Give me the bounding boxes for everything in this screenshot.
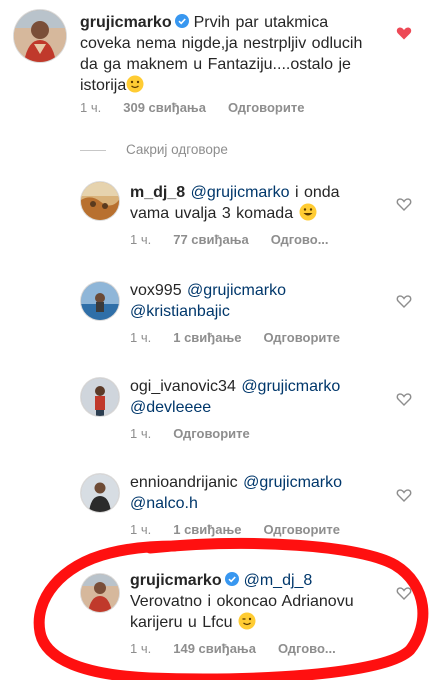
- avatar[interactable]: [81, 182, 119, 220]
- like-heart-icon[interactable]: [396, 391, 412, 407]
- like-heart-icon[interactable]: [396, 487, 412, 503]
- reply-button[interactable]: Одговорите: [263, 522, 340, 537]
- timestamp: 1 ч.: [130, 426, 152, 441]
- reply-button[interactable]: Одгово...: [278, 641, 336, 656]
- comment-meta: 1 ч. Одговорите: [130, 426, 272, 441]
- timestamp: 1 ч.: [130, 232, 152, 247]
- comment-meta: 1 ч. 1 свиђање Одговорите: [130, 522, 362, 537]
- mention-link[interactable]: @grujicmarko: [191, 184, 290, 201]
- avatar-image: [81, 182, 119, 220]
- comment-text-line-1: Prvih par utakmica: [193, 14, 329, 31]
- likes-count[interactable]: 77 свиђања: [173, 232, 248, 247]
- comment-meta: 1 ч. 1 свиђање Одговорите: [130, 330, 362, 345]
- avatar[interactable]: [14, 10, 66, 62]
- mention-link[interactable]: @grujicmarko: [243, 474, 342, 491]
- main-comment: grujicmarko Prvih par utakmica coveka nem…: [0, 0, 438, 140]
- slightly-smiling-face-icon: [126, 75, 144, 93]
- liked-heart-icon[interactable]: [396, 25, 412, 41]
- avatar[interactable]: [81, 474, 119, 512]
- avatar-image: [81, 574, 119, 612]
- avatar[interactable]: [81, 378, 119, 416]
- likes-count[interactable]: 1 свиђање: [173, 522, 241, 537]
- hide-replies-button[interactable]: Сакриј одговоре: [80, 142, 228, 157]
- grinning-face-icon: [299, 203, 317, 221]
- timestamp: 1 ч.: [130, 641, 152, 656]
- comment-text-line-1: Verovatno i okoncao Adrianovu: [130, 593, 354, 610]
- avatar-image: [14, 10, 66, 62]
- likes-count[interactable]: 309 свиђања: [123, 100, 206, 115]
- reply-comment: m_dj_8 @grujicmarko i onda vama uvalja 3…: [0, 178, 438, 258]
- reply-comment: ennioandrijanic @grujicmarko @nalco.h 1 …: [0, 470, 438, 550]
- comment-text-line-3: da ga maknem u Fantaziju....ostalo je: [80, 56, 351, 73]
- verified-badge-icon: [224, 572, 239, 586]
- comment-text-line-2: coveka nema nigde,ja nestrpljiv odlucih: [80, 35, 363, 52]
- mention-link[interactable]: @grujicmarko: [187, 282, 286, 299]
- reply-comment: ogi_ivanovic34 @grujicmarko @devleeee 1 …: [0, 374, 438, 454]
- avatar[interactable]: [81, 574, 119, 612]
- username[interactable]: grujicmarko: [80, 14, 172, 31]
- reply-button[interactable]: Одговорите: [263, 330, 340, 345]
- mention-link[interactable]: @devleeee: [130, 399, 211, 416]
- username[interactable]: grujicmarko: [130, 572, 222, 589]
- like-heart-icon[interactable]: [396, 585, 412, 601]
- avatar-image: [81, 282, 119, 320]
- username[interactable]: m_dj_8: [130, 184, 185, 201]
- comment-meta: 1 ч. 149 свиђања Одгово...: [130, 641, 358, 656]
- reply-button[interactable]: Одговорите: [173, 426, 250, 441]
- username[interactable]: ogi_ivanovic34: [130, 378, 236, 395]
- username[interactable]: vox995: [130, 282, 182, 299]
- divider-line: [80, 149, 106, 151]
- reply-comment: vox995 @grujicmarko @kristianbajic 1 ч. 1…: [0, 278, 438, 358]
- comment-text-line-1: i onda: [294, 184, 340, 201]
- like-heart-icon[interactable]: [396, 196, 412, 212]
- comment-text-line-2: vama uvalja 3 komada: [130, 205, 294, 222]
- reply-button[interactable]: Одговорите: [228, 100, 305, 115]
- timestamp: 1 ч.: [130, 522, 152, 537]
- likes-count[interactable]: 149 свиђања: [173, 641, 256, 656]
- mention-link[interactable]: @nalco.h: [130, 495, 198, 512]
- mention-link[interactable]: @grujicmarko: [241, 378, 340, 395]
- comment-text-line-4: istorija: [80, 77, 127, 94]
- comment-text-line-2: karijeru u Lfcu: [130, 614, 233, 631]
- timestamp: 1 ч.: [130, 330, 152, 345]
- timestamp: 1 ч.: [80, 100, 102, 115]
- comment-meta: 1 ч. 309 свиђања Одговорите: [80, 100, 326, 115]
- mention-link[interactable]: @kristianbajic: [130, 303, 230, 320]
- username[interactable]: ennioandrijanic: [130, 474, 238, 491]
- likes-count[interactable]: 1 свиђање: [173, 330, 241, 345]
- avatar-image: [81, 474, 119, 512]
- mention-link[interactable]: @m_dj_8: [244, 572, 313, 589]
- reply-button[interactable]: Одгово...: [271, 232, 329, 247]
- verified-badge-icon: [174, 14, 189, 28]
- hide-replies-label: Сакриј одговоре: [126, 142, 228, 157]
- winking-face-icon: [238, 612, 256, 630]
- avatar[interactable]: [81, 282, 119, 320]
- comment-meta: 1 ч. 77 свиђања Одгово...: [130, 232, 351, 247]
- like-heart-icon[interactable]: [396, 293, 412, 309]
- reply-comment: grujicmarko @m_dj_8 Verovatno i okoncao A…: [0, 570, 438, 670]
- avatar-image: [81, 378, 119, 416]
